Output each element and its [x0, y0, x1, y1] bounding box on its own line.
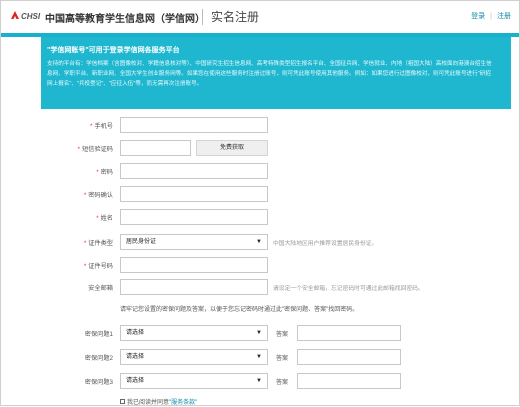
password-label: * 密码 — [96, 169, 113, 176]
answer-label: 答案 — [276, 332, 289, 338]
id-type-select[interactable]: 居民身份证 ▼ — [120, 234, 268, 250]
top-links: 登录 | 注册 — [471, 11, 511, 21]
id-type-row: * 证件类型 居民身份证 ▼ 中国大陆地区用户推荐设置居民身份证。 — [1, 234, 519, 250]
password-confirm-row: * 密码确认 — [1, 186, 519, 202]
security-question-label: 密保问题3 — [84, 379, 113, 386]
security-answer-input[interactable] — [297, 349, 401, 365]
password-confirm-label: * 密码确认 — [83, 192, 113, 199]
password-confirm-input[interactable] — [120, 186, 268, 202]
name-row: * 姓名 — [1, 209, 519, 225]
notice-body: 支持的平台有：学信档案（含图像校对、学籍信息核对等）、中国研究生招生信息网、高考… — [47, 61, 492, 87]
security-question-selected: 请选择 — [126, 330, 145, 336]
security-question-row-2: 密保问题2 请选择 ▼ 答案 — [1, 349, 519, 365]
security-question-selected: 请选择 — [126, 354, 145, 360]
phone-input[interactable] — [120, 117, 268, 133]
security-answer-input[interactable] — [297, 325, 401, 341]
site-name[interactable]: 中国高等教育学生信息网（学信网） — [45, 10, 205, 25]
id-type-hint: 中国大陆地区用户推荐设置居民身份证。 — [273, 241, 378, 247]
chevron-down-icon: ▼ — [256, 330, 262, 336]
security-question-selected: 请选择 — [126, 378, 145, 384]
id-number-label: * 证件号码 — [83, 263, 113, 270]
email-hint: 请设定一个安全邮箱，忘记密码时可通过此邮箱找回密码。 — [273, 286, 424, 292]
phone-label: * 手机号 — [90, 123, 113, 130]
email-label: 安全邮箱 — [88, 285, 113, 292]
checkbox-icon[interactable] — [120, 398, 125, 404]
login-link[interactable]: 登录 — [471, 13, 485, 20]
sms-code-row: * 短信验证码 免费获取 — [1, 140, 519, 156]
email-input[interactable] — [120, 279, 268, 295]
answer-label: 答案 — [276, 380, 289, 386]
chevron-down-icon: ▼ — [256, 239, 262, 245]
email-row: 安全邮箱 请设定一个安全邮箱，忘记密码时可通过此邮箱找回密码。 — [1, 279, 519, 295]
id-type-label: * 证件类型 — [83, 240, 113, 247]
security-question-select[interactable]: 请选择 ▼ — [120, 349, 268, 365]
password-row: * 密码 — [1, 163, 519, 179]
security-question-select[interactable]: 请选择 ▼ — [120, 325, 268, 341]
header: CHSI 中国高等教育学生信息网（学信网） 实名注册 登录 | 注册 — [1, 1, 519, 33]
chevron-down-icon: ▼ — [256, 354, 262, 360]
answer-label: 答案 — [276, 356, 289, 362]
security-question-row-3: 密保问题3 请选择 ▼ 答案 — [1, 373, 519, 389]
agreement-text: 我已阅读并同意 — [127, 400, 170, 406]
phone-row: * 手机号 — [1, 117, 519, 133]
agreement: 我已阅读并同意"服务条款" — [120, 397, 197, 406]
link-separator: | — [490, 13, 492, 20]
logo-text: CHSI — [21, 12, 41, 21]
page-frame: CHSI 中国高等教育学生信息网（学信网） 实名注册 登录 | 注册 "学信网账号"… — [0, 0, 520, 406]
security-answer-input[interactable] — [297, 373, 401, 389]
security-question-label: 密保问题1 — [84, 331, 113, 338]
security-question-select[interactable]: 请选择 ▼ — [120, 373, 268, 389]
chsi-logo-icon — [11, 11, 19, 20]
register-link[interactable]: 注册 — [497, 13, 511, 20]
id-type-selected: 居民身份证 — [126, 239, 157, 245]
notice-title: "学信网账号"可用于登录学信网各服务平台 — [47, 47, 180, 54]
security-question-tip: 请牢记您设置的密保问题及答案，以便于您忘记密码时通过此"密保问题、答案"找回密码… — [120, 307, 359, 313]
sms-code-input[interactable] — [120, 140, 191, 156]
name-input[interactable] — [120, 209, 268, 225]
page-title: 实名注册 — [211, 10, 260, 24]
security-question-row-1: 密保问题1 请选择 ▼ 答案 — [1, 325, 519, 341]
get-sms-code-button[interactable]: 免费获取 — [196, 140, 268, 156]
id-number-row: * 证件号码 — [1, 257, 519, 273]
sms-code-label: * 短信验证码 — [77, 146, 113, 153]
header-divider — [202, 9, 203, 25]
chevron-down-icon: ▼ — [256, 378, 262, 384]
notice-box: "学信网账号"可用于登录学信网各服务平台 支持的平台有：学信档案（含图像校对、学… — [41, 37, 511, 109]
security-question-label: 密保问题2 — [84, 355, 113, 362]
terms-link[interactable]: "服务条款" — [169, 400, 197, 406]
password-input[interactable] — [120, 163, 268, 179]
id-number-input[interactable] — [120, 257, 268, 273]
registration-form: * 手机号 * 短信验证码 免费获取 * 密码 * 密码确认 * 姓名 * 证件类型 居民身… — [1, 109, 519, 407]
name-label: * 姓名 — [96, 215, 113, 222]
